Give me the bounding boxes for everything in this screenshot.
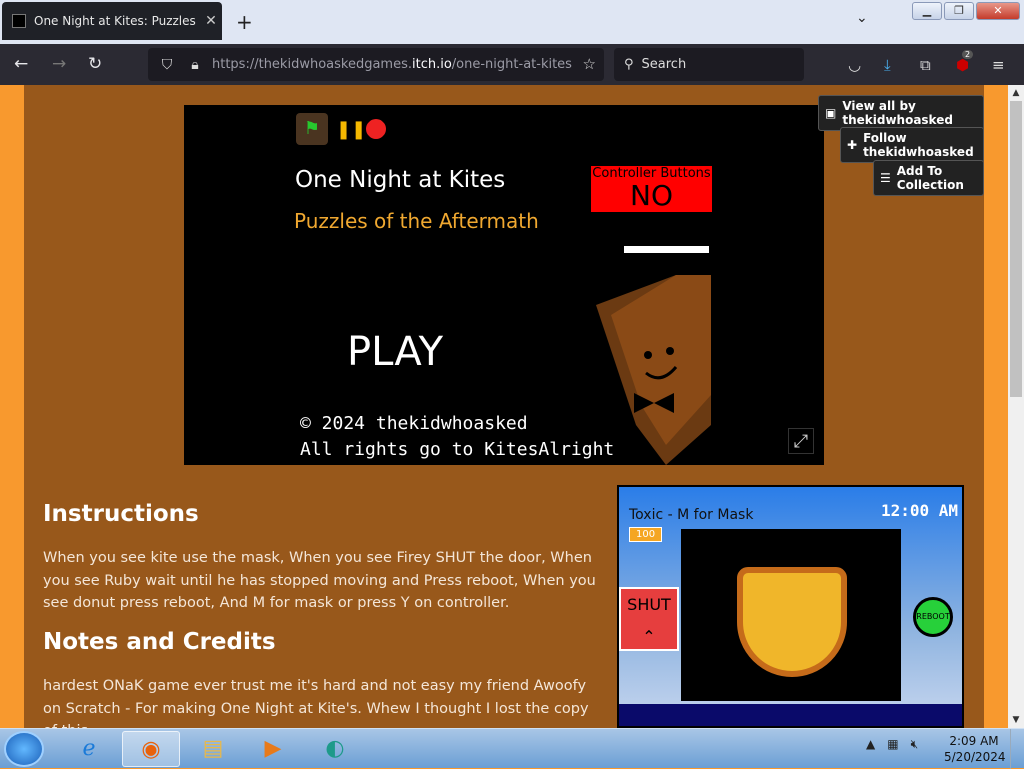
power-meter: 100 <box>629 527 663 542</box>
white-bar <box>624 246 709 253</box>
firefox-icon[interactable]: ◉ <box>122 731 180 767</box>
store-icon: ▣ <box>825 106 837 120</box>
rights-text: All rights go to KitesAlright <box>300 439 615 460</box>
shield-icon[interactable]: ⛉ <box>156 57 178 73</box>
view-all-button[interactable]: ▣ View all by thekidwhoasked <box>818 95 984 131</box>
maximize-button[interactable]: ❐ <box>944 2 974 20</box>
green-flag-icon[interactable]: ⚑ <box>296 113 328 145</box>
page-content: ⚑ ❚❚ One Night at Kites Puzzles of the A… <box>0 85 1008 728</box>
back-arrow-icon[interactable]: ← <box>14 54 28 74</box>
game-page-column: ⚑ ❚❚ One Night at Kites Puzzles of the A… <box>24 85 984 728</box>
instructions-text: When you see kite use the mask, When you… <box>43 550 596 611</box>
game-screenshot[interactable]: Toxic - M for Mask 12:00 AM 100 SHUT ⌃ R… <box>617 485 964 728</box>
camera-view <box>681 529 901 701</box>
game-credits: © 2024 thekidwhoasked All rights go to K… <box>300 411 614 463</box>
close-window-button[interactable]: ✕ <box>976 2 1020 20</box>
bookmark-star-icon[interactable]: ☆ <box>583 55 596 73</box>
screenshot-floor <box>619 704 962 726</box>
file-explorer-icon[interactable]: ▤ <box>184 731 242 767</box>
night-clock: 12:00 AM <box>880 501 958 520</box>
search-input[interactable]: ⚲ Search <box>614 48 804 81</box>
clock-date: 5/20/2024 <box>944 750 1006 764</box>
extension-badge: 2 <box>962 50 974 59</box>
show-desktop-button[interactable] <box>1010 729 1024 769</box>
play-button[interactable]: PLAY <box>347 329 443 375</box>
shut-button: SHUT ⌃ <box>619 587 679 651</box>
tab-active[interactable]: One Night at Kites: Puzzles of th ✕ <box>2 2 222 40</box>
scroll-up-arrow-icon[interactable]: ▲ <box>1008 85 1024 101</box>
controller-value: NO <box>630 179 673 212</box>
taskbar-clock[interactable]: 2:09 AM 5/20/2024 <box>944 733 1006 765</box>
lock-icon[interactable]: 🔒︎ <box>184 57 206 73</box>
scroll-down-arrow-icon[interactable]: ▼ <box>1008 712 1024 728</box>
search-placeholder: Search <box>641 57 687 72</box>
downloads-icon[interactable]: ⤓ <box>884 56 891 74</box>
media-player-icon[interactable]: ▶ <box>244 731 302 767</box>
toxic-character-image <box>737 567 847 677</box>
menu-icon[interactable]: ≡ <box>992 56 1005 74</box>
page-scrollbar[interactable]: ▲ ▼ <box>1008 85 1024 728</box>
follow-button[interactable]: ✚ Follow thekidwhoasked <box>840 127 984 163</box>
add-user-icon: ✚ <box>847 138 858 152</box>
camera-label: Toxic - M for Mask <box>629 507 754 523</box>
pocket-icon[interactable]: ◡ <box>848 56 861 74</box>
system-tray: ▲ ▦ 🔇︎ <box>866 737 918 752</box>
scrollbar-thumb[interactable] <box>1010 101 1022 397</box>
notes-text: hardest ONaK game ever trust me it's har… <box>43 678 589 728</box>
internet-explorer-icon[interactable]: ℯ <box>60 731 118 767</box>
clock-time: 2:09 AM <box>949 734 999 748</box>
list-tabs-chevron-icon[interactable]: ⌄ <box>856 10 868 26</box>
instructions-heading: Instructions <box>43 501 199 527</box>
notes-heading: Notes and Credits <box>43 629 276 655</box>
minimize-button[interactable]: ▁ <box>912 2 942 20</box>
reboot-button: REBOOT <box>913 597 953 637</box>
add-collection-label: Add To Collection <box>896 164 964 192</box>
nav-toolbar: ← → ↻ ⛉ 🔒︎ https://thekidwhoaskedgames.i… <box>0 44 1024 85</box>
follow-label: Follow thekidwhoasked <box>863 131 974 159</box>
tab-close-icon[interactable]: ✕ <box>200 13 222 29</box>
tab-favicon <box>12 14 26 28</box>
search-icon: ⚲ <box>624 57 634 72</box>
start-button[interactable] <box>4 731 44 767</box>
extensions-icon[interactable]: ⧉ <box>920 56 931 74</box>
game-subtitle: Puzzles of the Aftermath <box>294 209 539 233</box>
tab-strip: One Night at Kites: Puzzles of th ✕ + ⌄ … <box>0 0 1024 44</box>
network-icon[interactable]: ▦ <box>887 737 898 752</box>
shut-arrow-icon: ⌃ <box>642 627 656 646</box>
add-to-collection-button[interactable]: ☰ Add To Collection <box>873 160 984 196</box>
copyright-text: © 2024 thekidwhoasked <box>300 413 528 434</box>
new-tab-button[interactable]: + <box>236 10 253 34</box>
reload-icon[interactable]: ↻ <box>88 54 102 74</box>
show-hidden-icons-icon[interactable]: ▲ <box>866 737 875 752</box>
forward-arrow-icon[interactable]: → <box>52 54 66 74</box>
fullscreen-icon[interactable]: ⤢ <box>788 428 814 454</box>
url-bar[interactable]: ⛉ 🔒︎ https://thekidwhoaskedgames.itch.io… <box>148 48 604 81</box>
window-controls: ▁ ❐ ✕ <box>912 2 1020 20</box>
game-title: One Night at Kites <box>295 167 506 193</box>
stop-icon[interactable] <box>366 119 386 139</box>
taskbar: ℯ ◉ ▤ ▶ ◐ ▲ ▦ 🔇︎ 2:09 AM 5/20/2024 <box>0 728 1024 769</box>
url-text[interactable]: https://thekidwhoaskedgames.itch.io/one-… <box>212 57 572 72</box>
view-all-label: View all by thekidwhoasked <box>842 99 953 127</box>
controller-buttons-toggle[interactable]: Controller Buttons NO <box>591 166 712 212</box>
game-embed[interactable]: ⚑ ❚❚ One Night at Kites Puzzles of the A… <box>184 105 824 465</box>
shut-label: SHUT <box>627 595 671 614</box>
tab-title: One Night at Kites: Puzzles of th <box>34 14 200 28</box>
pause-icon[interactable]: ❚❚ <box>336 119 366 140</box>
app-icon[interactable]: ◐ <box>306 731 364 767</box>
volume-muted-icon[interactable]: 🔇︎ <box>911 737 919 752</box>
playlist-add-icon: ☰ <box>880 171 891 185</box>
